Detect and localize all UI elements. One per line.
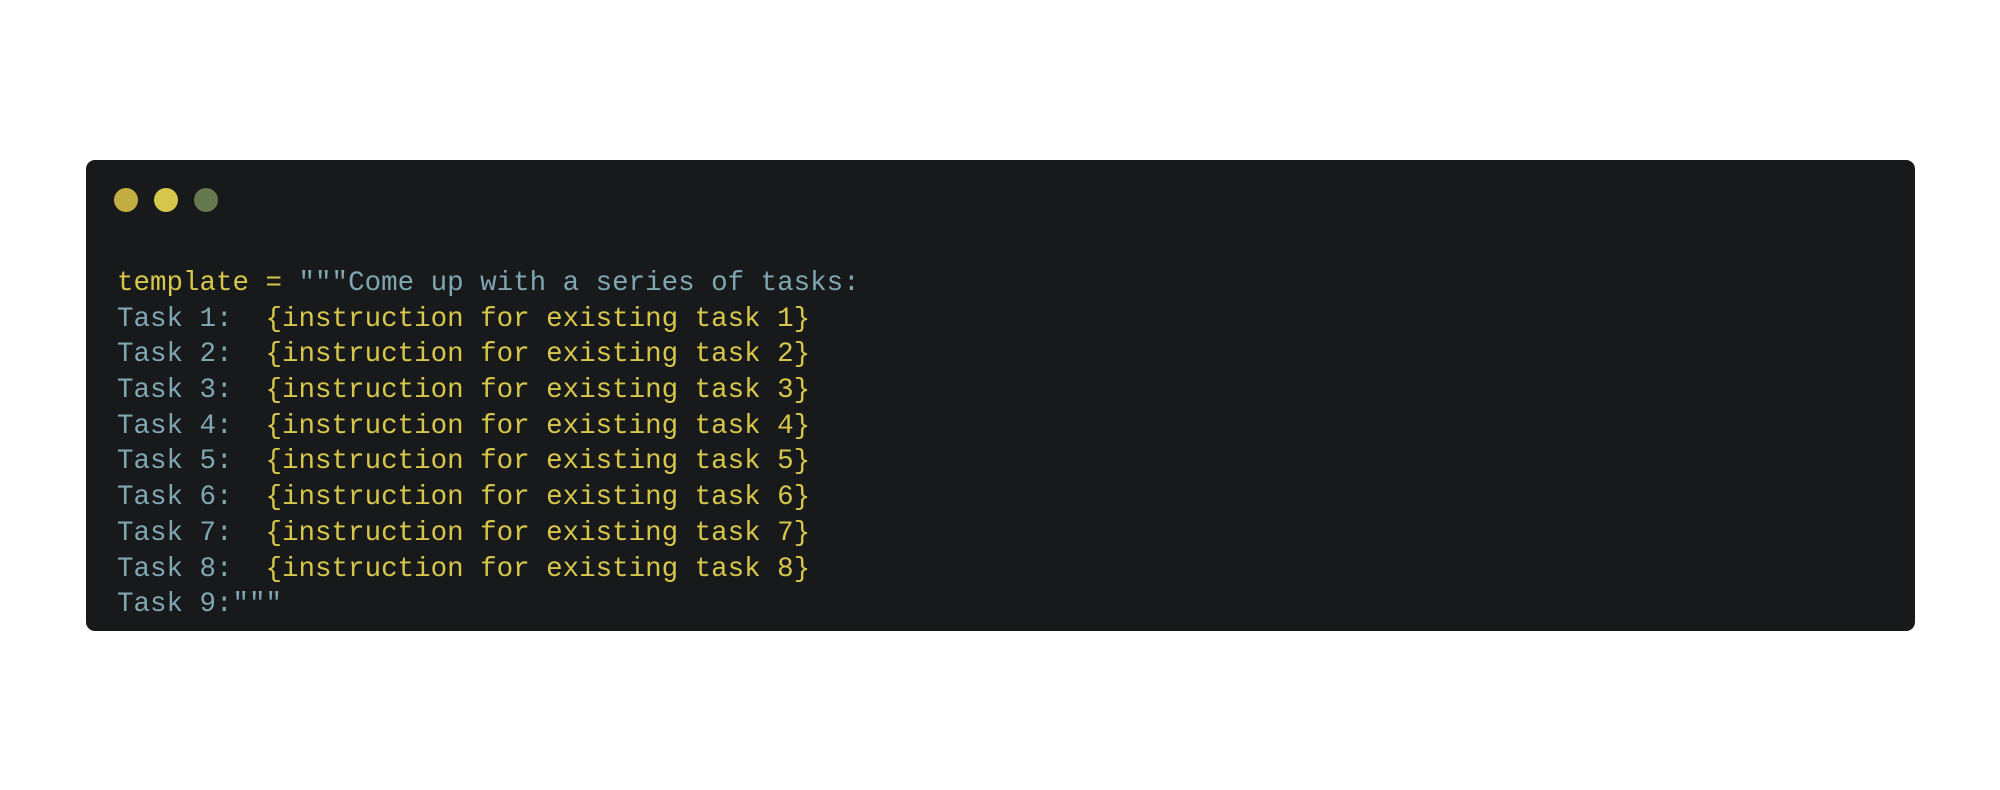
task-instruction: {instruction for existing task 1}	[265, 303, 811, 335]
close-button[interactable]	[114, 188, 138, 212]
template-heading-text: Come up with a series of tasks:	[348, 268, 860, 299]
task-instruction: {instruction for existing task 5}	[265, 446, 811, 478]
code-line-task: Task 2: {instruction for existing task 2…	[117, 337, 860, 373]
task-label: Task 4:	[117, 410, 233, 442]
code-line-task: Task 3: {instruction for existing task 3…	[117, 373, 860, 409]
task-label: Task 5:	[117, 446, 233, 478]
minimize-button[interactable]	[154, 188, 178, 212]
string-open-quotes: """	[298, 268, 349, 299]
task-label: Task 1:	[117, 303, 233, 335]
task-instruction: {instruction for existing task 3}	[265, 375, 811, 407]
task-instruction: {instruction for existing task 6}	[265, 482, 811, 514]
maximize-button[interactable]	[194, 188, 218, 212]
code-line-task: Task 6: {instruction for existing task 6…	[117, 480, 860, 516]
task-label: Task 7:	[117, 517, 233, 549]
task-instruction: {instruction for existing task 7}	[265, 517, 811, 549]
code-window: template = """Come up with a series of t…	[86, 160, 1915, 631]
string-close-quotes: """	[232, 589, 283, 621]
window-controls	[114, 188, 218, 212]
task-label: Task 2:	[117, 339, 233, 371]
task-label: Task 8:	[117, 553, 233, 585]
code-line-task: Task 8: {instruction for existing task 8…	[117, 552, 860, 588]
code-line-final-task: Task 9:"""	[117, 587, 860, 623]
code-block: template = """Come up with a series of t…	[117, 266, 860, 623]
code-line-task: Task 1: {instruction for existing task 1…	[117, 302, 860, 338]
task-label: Task 6:	[117, 482, 233, 514]
task-label: Task 9:	[117, 589, 233, 621]
code-line-task: Task 4: {instruction for existing task 4…	[117, 409, 860, 445]
variable-name: template	[117, 268, 250, 299]
code-line-task: Task 5: {instruction for existing task 5…	[117, 444, 860, 480]
task-label: Task 3:	[117, 375, 233, 407]
code-line-task: Task 7: {instruction for existing task 7…	[117, 516, 860, 552]
code-line-template: template = """Come up with a series of t…	[117, 266, 860, 302]
task-instruction: {instruction for existing task 8}	[265, 553, 811, 585]
task-instruction: {instruction for existing task 4}	[265, 410, 811, 442]
assign-operator: =	[249, 268, 299, 299]
task-instruction: {instruction for existing task 2}	[265, 339, 811, 371]
